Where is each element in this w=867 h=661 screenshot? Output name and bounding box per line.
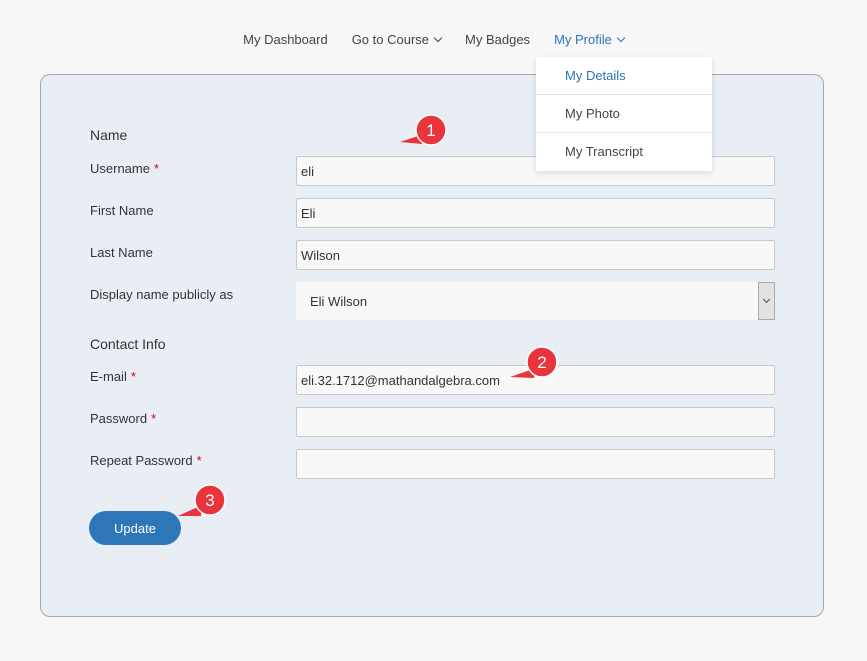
username-label-text: Username — [90, 161, 150, 176]
menu-item-my-transcript[interactable]: My Transcript — [536, 133, 712, 171]
menu-item-my-details[interactable]: My Details — [536, 57, 712, 95]
update-button[interactable]: Update — [89, 511, 181, 545]
required-marker: * — [130, 369, 136, 384]
required-marker: * — [153, 161, 160, 176]
username-label: Username * — [90, 161, 159, 176]
required-marker: * — [151, 411, 157, 426]
first-name-input[interactable]: Eli — [296, 198, 775, 228]
display-name-value: Eli Wilson — [310, 293, 368, 309]
nav-my-dashboard[interactable]: My Dashboard — [231, 30, 340, 49]
chevron-down-icon — [762, 295, 771, 304]
required-marker: * — [196, 453, 202, 468]
email-value: eli.32.1712@mathandalgebra.com — [301, 372, 500, 388]
display-name-select[interactable]: Eli Wilson — [296, 282, 775, 320]
nav-my-profile[interactable]: My Profile — [542, 30, 636, 49]
chevron-down-icon — [433, 33, 443, 43]
profile-page: My Dashboard Go to Course My Badges My P… — [0, 0, 867, 661]
contact-section-title: Contact Info — [90, 336, 166, 352]
last-name-label: Last Name — [90, 245, 153, 260]
username-value: eli — [301, 163, 315, 179]
nav-my-dashboard-label: My Dashboard — [243, 32, 328, 47]
repeat-password-input[interactable] — [296, 449, 775, 479]
nav-go-to-course[interactable]: Go to Course — [340, 30, 453, 49]
nav-go-to-course-label: Go to Course — [351, 32, 430, 47]
email-label-text: E-mail — [90, 369, 127, 384]
first-name-value: Eli — [301, 205, 316, 221]
first-name-label: First Name — [90, 203, 154, 218]
last-name-input[interactable]: Wilson — [296, 240, 775, 270]
profile-dropdown-menu: My Details My Photo My Transcript — [536, 57, 712, 171]
password-label: Password * — [90, 411, 156, 426]
email-label: E-mail * — [90, 369, 136, 384]
select-arrow-button[interactable] — [758, 282, 775, 320]
name-section-title: Name — [90, 127, 128, 143]
callout-number-2: 2 — [537, 353, 546, 372]
menu-item-my-photo[interactable]: My Photo — [536, 95, 712, 133]
callout-badge-2: 2 — [510, 346, 558, 378]
repeat-password-label-text: Repeat Password — [90, 453, 193, 468]
chevron-down-icon — [616, 33, 626, 43]
password-input[interactable] — [296, 407, 775, 437]
nav-my-badges[interactable]: My Badges — [453, 30, 542, 49]
nav-my-badges-label: My Badges — [465, 32, 531, 47]
display-name-label: Display name publicly as — [90, 287, 234, 302]
callout-badge-3: 3 — [178, 484, 226, 516]
repeat-password-label: Repeat Password * — [90, 453, 202, 468]
callout-number-3: 3 — [205, 491, 214, 510]
top-nav: My Dashboard Go to Course My Badges My P… — [0, 30, 867, 49]
nav-my-profile-label: My Profile — [554, 32, 612, 47]
last-name-value: Wilson — [301, 247, 341, 263]
callout-badge-1: 1 — [400, 114, 447, 146]
password-label-text: Password — [90, 411, 148, 426]
callout-number-1: 1 — [426, 121, 435, 140]
